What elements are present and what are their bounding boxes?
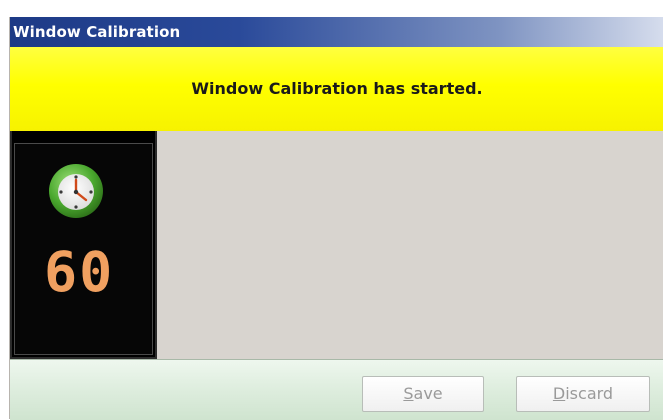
status-banner: Window Calibration has started. [10,47,663,131]
countdown-display: 60 [14,143,153,355]
button-bar: Save Discard [10,359,663,420]
countdown-value: 60 [44,240,115,304]
discard-button[interactable]: Discard [516,376,650,412]
save-button[interactable]: Save [362,376,484,412]
save-button-label: ave [413,384,443,403]
discard-button-label: iscard [565,384,614,403]
calibration-window: Window Calibration Window Calibration ha… [9,17,663,420]
discard-button-mnemonic: D [552,384,566,403]
title-bar: Window Calibration [10,17,663,47]
countdown-panel: 60 [10,131,157,359]
panel-top-strip [12,131,155,142]
save-button-mnemonic: S [403,384,414,403]
window-title: Window Calibration [13,23,181,41]
clock-icon [49,164,103,218]
status-message: Window Calibration has started. [191,79,483,98]
